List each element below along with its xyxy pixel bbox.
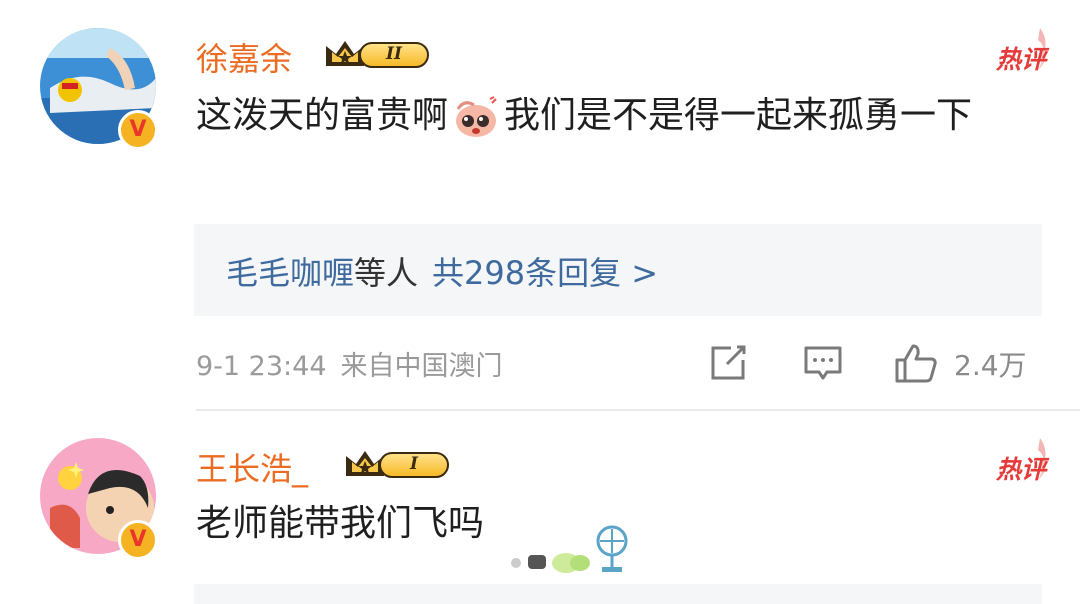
rank-badge[interactable]: I	[343, 448, 449, 480]
sticker-decoration-icon	[506, 525, 630, 575]
verified-badge-icon: V	[118, 520, 158, 560]
replies-preview[interactable]	[194, 584, 1042, 604]
location: 来自中国澳门	[340, 351, 503, 382]
reply-user-names[interactable]: 毛毛咖喱	[226, 254, 354, 292]
divider	[196, 409, 1080, 411]
replies-preview[interactable]: 毛毛咖喱等人 共298条回复 >	[194, 224, 1042, 316]
share-button[interactable]	[707, 342, 749, 384]
share-icon	[711, 345, 746, 380]
like-button[interactable]	[893, 342, 939, 384]
comment-icon	[804, 346, 842, 380]
comment-text: 这泼天的富贵啊 我们是不是得一起来孤勇一下	[196, 86, 1036, 146]
like-icon	[895, 344, 937, 383]
hot-comment-badge: 热评	[970, 26, 1050, 76]
hot-comment-badge: 热评	[970, 436, 1050, 486]
hot-label: 热评	[995, 455, 1046, 484]
like-count: 2.4万	[954, 349, 1027, 382]
username[interactable]: 王长浩_	[196, 444, 308, 490]
comment-card: V 王长浩_ I 热评 老师能带我们飞吗	[0, 412, 1080, 604]
comment-text-part: 我们是不是得一起来孤勇一下	[504, 95, 973, 136]
username[interactable]: 徐嘉余	[196, 34, 292, 80]
hot-label: 热评	[995, 45, 1046, 74]
rank-level: I	[379, 452, 449, 478]
rank-level: II	[359, 42, 429, 68]
reply-button[interactable]	[802, 342, 844, 384]
verified-badge-icon: V	[118, 110, 158, 150]
cute-face-emoji-icon	[452, 95, 500, 139]
comment-meta: 9-1 23:44 来自中国澳门	[196, 344, 503, 383]
rank-badge[interactable]: II	[323, 38, 429, 70]
comment-text-part: 这泼天的富贵啊	[196, 95, 449, 136]
timestamp: 9-1 23:44	[196, 351, 327, 382]
reply-connector: 等人	[354, 254, 419, 292]
comment-card: V 徐嘉余 II 热评 这泼天的富贵啊 我们是不是得一起来孤勇一下 毛毛咖喱等人…	[0, 0, 1080, 411]
reply-count-link[interactable]: 共298条回复 >	[432, 254, 658, 292]
